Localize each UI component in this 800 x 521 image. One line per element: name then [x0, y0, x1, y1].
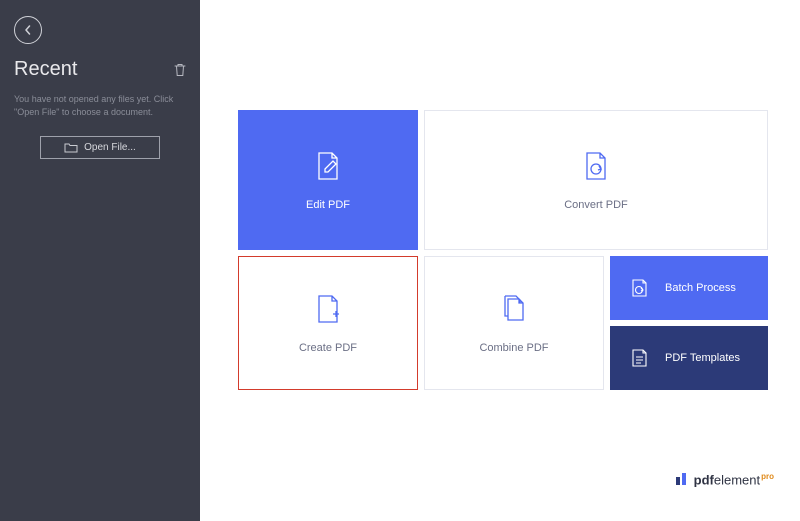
tile-label: Combine PDF: [479, 342, 548, 354]
brand-name-bold: pdf: [694, 472, 714, 487]
back-button[interactable]: [14, 16, 42, 44]
brand-suffix: pro: [761, 472, 774, 481]
create-icon: [311, 292, 345, 326]
tile-label: PDF Templates: [665, 352, 740, 364]
tile-create-pdf[interactable]: Create PDF: [238, 256, 418, 390]
sidebar-title: Recent: [14, 58, 77, 81]
templates-icon: [629, 347, 651, 369]
brand-logo-icon: [676, 473, 688, 485]
tile-pdf-templates[interactable]: PDF Templates: [610, 326, 768, 390]
open-file-button[interactable]: Open File...: [40, 136, 160, 159]
tile-edit-pdf[interactable]: Edit PDF: [238, 110, 418, 250]
tile-label: Edit PDF: [306, 199, 350, 211]
tile-combine-pdf[interactable]: Combine PDF: [424, 256, 604, 390]
combine-icon: [497, 292, 531, 326]
convert-icon: [579, 149, 613, 183]
tile-label: Create PDF: [299, 342, 357, 354]
trash-icon[interactable]: [174, 63, 186, 77]
brand-footer: pdfelementpro: [676, 472, 774, 487]
edit-icon: [311, 149, 345, 183]
tile-convert-pdf[interactable]: Convert PDF: [424, 110, 768, 250]
tile-label: Convert PDF: [564, 199, 628, 211]
open-file-label: Open File...: [84, 142, 136, 153]
tile-batch-process[interactable]: Batch Process: [610, 256, 768, 320]
tile-label: Batch Process: [665, 282, 736, 294]
recent-hint: You have not opened any files yet. Click…: [14, 93, 186, 118]
batch-icon: [629, 277, 651, 299]
folder-icon: [64, 142, 78, 153]
brand-name-rest: element: [714, 472, 760, 487]
main-area: Edit PDF Convert PDF Create PDF Combine …: [200, 0, 800, 521]
sidebar: Recent You have not opened any files yet…: [0, 0, 200, 521]
chevron-left-icon: [23, 25, 33, 35]
